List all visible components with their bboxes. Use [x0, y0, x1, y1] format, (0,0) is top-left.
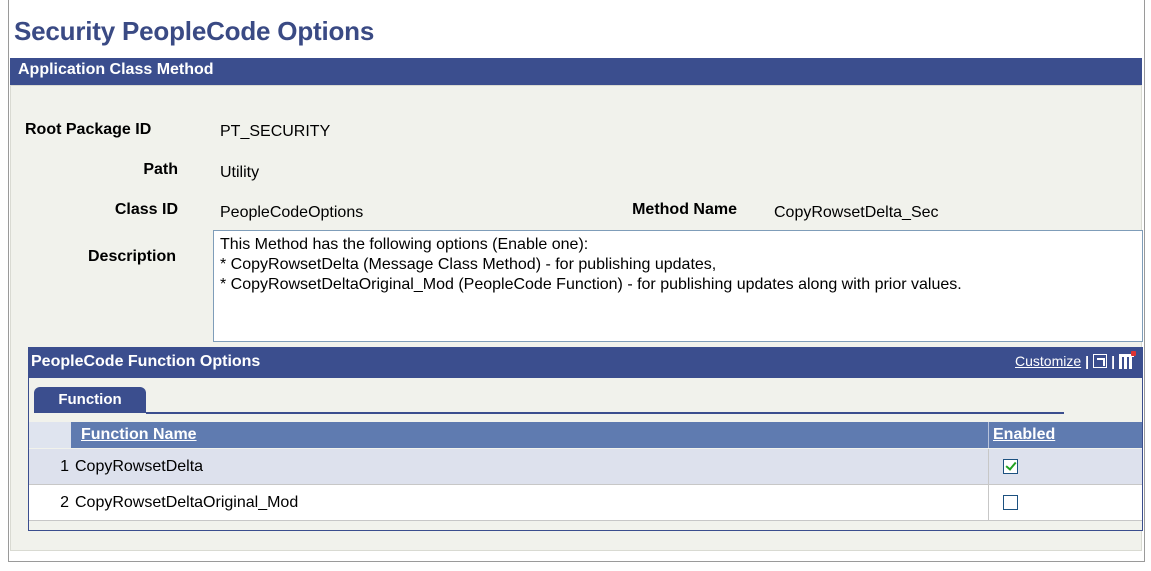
- column-divider: [988, 449, 989, 485]
- customize-link[interactable]: Customize: [1015, 353, 1081, 369]
- function-name-cell: CopyRowsetDeltaOriginal_Mod: [75, 494, 299, 511]
- column-header-enabled[interactable]: Enabled: [993, 426, 1055, 444]
- root-package-value: PT_SECURITY: [220, 123, 331, 140]
- method-name-value: CopyRowsetDelta_Sec: [774, 204, 939, 221]
- tab-underline: [146, 412, 1064, 414]
- description-label: Description: [87, 248, 176, 265]
- row-number-header: [29, 422, 71, 448]
- function-name-cell: CopyRowsetDelta: [75, 458, 204, 475]
- toolbar-separator: |: [1111, 353, 1115, 369]
- column-divider: [988, 422, 989, 448]
- grid-toolbar: Customize | |: [1015, 350, 1136, 369]
- row-number: 1: [60, 458, 69, 475]
- description-textarea[interactable]: This Method has the following options (E…: [213, 230, 1143, 342]
- section-header: Application Class Method: [10, 58, 1142, 85]
- grid-title: PeopleCode Function Options: [31, 353, 261, 370]
- page-title: Security PeopleCode Options: [14, 16, 375, 46]
- row-number: 2: [60, 494, 69, 511]
- section-title: Application Class Method: [18, 61, 214, 78]
- class-id-label: Class ID: [114, 201, 178, 218]
- root-package-label: Root Package ID: [25, 121, 152, 138]
- method-name-label: Method Name: [632, 201, 737, 218]
- description-line: * CopyRowsetDeltaOriginal_Mod (PeopleCod…: [220, 276, 962, 293]
- path-value: Utility: [220, 164, 260, 181]
- function-options-grid: PeopleCode Function Options Customize | …: [28, 347, 1143, 531]
- toolbar-separator: |: [1085, 353, 1090, 369]
- grid-header: PeopleCode Function Options Customize | …: [29, 348, 1142, 378]
- class-id-value: PeopleCodeOptions: [220, 204, 364, 221]
- column-header-row: Function Name Enabled: [29, 422, 1142, 448]
- checkbox-unchecked-icon[interactable]: [1003, 495, 1018, 510]
- column-divider: [988, 485, 989, 521]
- column-header-function-name[interactable]: Function Name: [81, 426, 197, 444]
- description-line: This Method has the following options (E…: [220, 236, 589, 253]
- table-row: 2 CopyRowsetDeltaOriginal_Mod: [29, 485, 1142, 521]
- description-line: * CopyRowsetDelta (Message Class Method)…: [220, 256, 717, 273]
- path-label: Path: [143, 161, 178, 178]
- checkbox-checked-icon[interactable]: [1003, 459, 1018, 474]
- tab-function[interactable]: Function: [34, 387, 146, 413]
- grid-download-icon[interactable]: [1119, 350, 1136, 369]
- new-window-icon[interactable]: [1093, 354, 1108, 368]
- table-row: 1 CopyRowsetDelta: [29, 449, 1142, 485]
